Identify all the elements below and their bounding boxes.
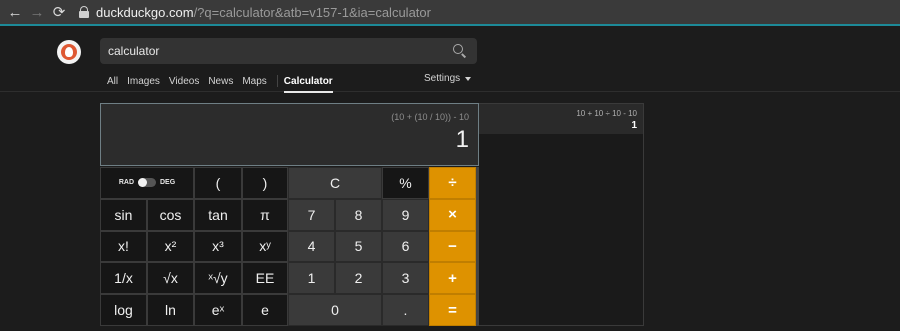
plus-button[interactable]: +: [429, 262, 476, 295]
calculator-result: 1: [455, 126, 469, 153]
search-query[interactable]: calculator: [108, 44, 453, 58]
cube-button[interactable]: x³: [194, 230, 242, 263]
four-button[interactable]: 4: [288, 230, 335, 263]
url-path: /?q=calculator&atb=v157-1&ia=calculator: [193, 4, 431, 20]
seven-button[interactable]: 7: [288, 198, 335, 231]
history-result: 1: [631, 120, 637, 131]
three-button[interactable]: 3: [382, 262, 429, 295]
calculator-display: (10 + (10 / 10)) - 10 1: [100, 103, 479, 166]
eight-button[interactable]: 8: [335, 198, 382, 231]
pi-button[interactable]: π: [242, 198, 288, 231]
duckduckgo-logo-icon[interactable]: [57, 40, 81, 64]
back-arrow-icon[interactable]: ←: [4, 1, 26, 23]
five-button[interactable]: 5: [335, 230, 382, 263]
toggle-switch-icon[interactable]: [138, 178, 156, 188]
tab-divider: [276, 75, 278, 87]
search-icon[interactable]: [453, 44, 467, 58]
settings-label: Settings: [424, 73, 461, 84]
open-paren-button[interactable]: (: [194, 167, 242, 199]
history-expression: 10 + 10 ÷ 10 - 10: [576, 109, 637, 118]
equals-button[interactable]: =: [429, 294, 476, 326]
ee-button[interactable]: EE: [242, 262, 288, 295]
percent-button[interactable]: %: [382, 167, 429, 199]
divide-button[interactable]: ÷: [429, 167, 476, 199]
close-paren-button[interactable]: ): [242, 167, 288, 199]
deg-label: DEG: [160, 179, 176, 187]
rad-label: RAD: [118, 179, 134, 187]
forward-arrow-icon[interactable]: →: [26, 1, 48, 23]
rad-deg-toggle[interactable]: RAD DEG: [100, 167, 194, 199]
calculator-expression: (10 + (10 / 10)) - 10: [391, 112, 469, 122]
decimal-button[interactable]: .: [382, 294, 429, 326]
sin-button[interactable]: sin: [100, 198, 147, 231]
ln-button[interactable]: ln: [147, 294, 194, 326]
six-button[interactable]: 6: [382, 230, 429, 263]
url-host: duckduckgo.com: [96, 4, 194, 20]
tab-all[interactable]: All: [107, 76, 118, 87]
square-button[interactable]: x²: [147, 230, 194, 263]
sqrt-button[interactable]: √x: [147, 262, 194, 295]
calculator-keypad: RAD DEG ( ) C % ÷ sin cos tan π 7 8 9 × …: [100, 167, 479, 326]
calculator: (10 + (10 / 10)) - 10 1 RAD DEG ( ) C % …: [100, 103, 479, 326]
tab-news[interactable]: News: [208, 76, 233, 87]
search-header: calculator All Images Videos News Maps C…: [0, 28, 900, 93]
nine-button[interactable]: 9: [382, 198, 429, 231]
settings-dropdown[interactable]: Settings: [424, 73, 472, 84]
reload-icon[interactable]: ⟳: [48, 1, 70, 23]
url-field[interactable]: duckduckgo.com /?q=calculator&atb=v157-1…: [78, 0, 431, 25]
tan-button[interactable]: tan: [194, 198, 242, 231]
tab-images[interactable]: Images: [127, 76, 160, 87]
history-item[interactable]: 10 + 10 ÷ 10 - 10 1: [479, 104, 643, 134]
log-button[interactable]: log: [100, 294, 147, 326]
zero-button[interactable]: 0: [288, 294, 382, 326]
tab-maps[interactable]: Maps: [242, 76, 266, 87]
browser-address-bar: ← → ⟳ duckduckgo.com /?q=calculator&atb=…: [0, 0, 900, 26]
multiply-button[interactable]: ×: [429, 198, 476, 231]
chevron-down-icon: [465, 76, 472, 81]
two-button[interactable]: 2: [335, 262, 382, 295]
search-tabs: All Images Videos News Maps Calculator: [107, 73, 342, 93]
cos-button[interactable]: cos: [147, 198, 194, 231]
tab-videos[interactable]: Videos: [169, 76, 199, 87]
factorial-button[interactable]: x!: [100, 230, 147, 263]
search-input[interactable]: calculator: [100, 38, 477, 64]
exp-button[interactable]: eˣ: [194, 294, 242, 326]
tab-calculator[interactable]: Calculator: [283, 76, 333, 93]
calculator-history: 10 + 10 ÷ 10 - 10 1: [479, 103, 644, 326]
minus-button[interactable]: −: [429, 230, 476, 263]
yroot-button[interactable]: ˣ√y: [194, 262, 242, 295]
reciprocal-button[interactable]: 1/x: [100, 262, 147, 295]
power-button[interactable]: xʸ: [242, 230, 288, 263]
clear-button[interactable]: C: [288, 167, 382, 199]
e-button[interactable]: e: [242, 294, 288, 326]
lock-icon: [78, 6, 90, 18]
one-button[interactable]: 1: [288, 262, 335, 295]
